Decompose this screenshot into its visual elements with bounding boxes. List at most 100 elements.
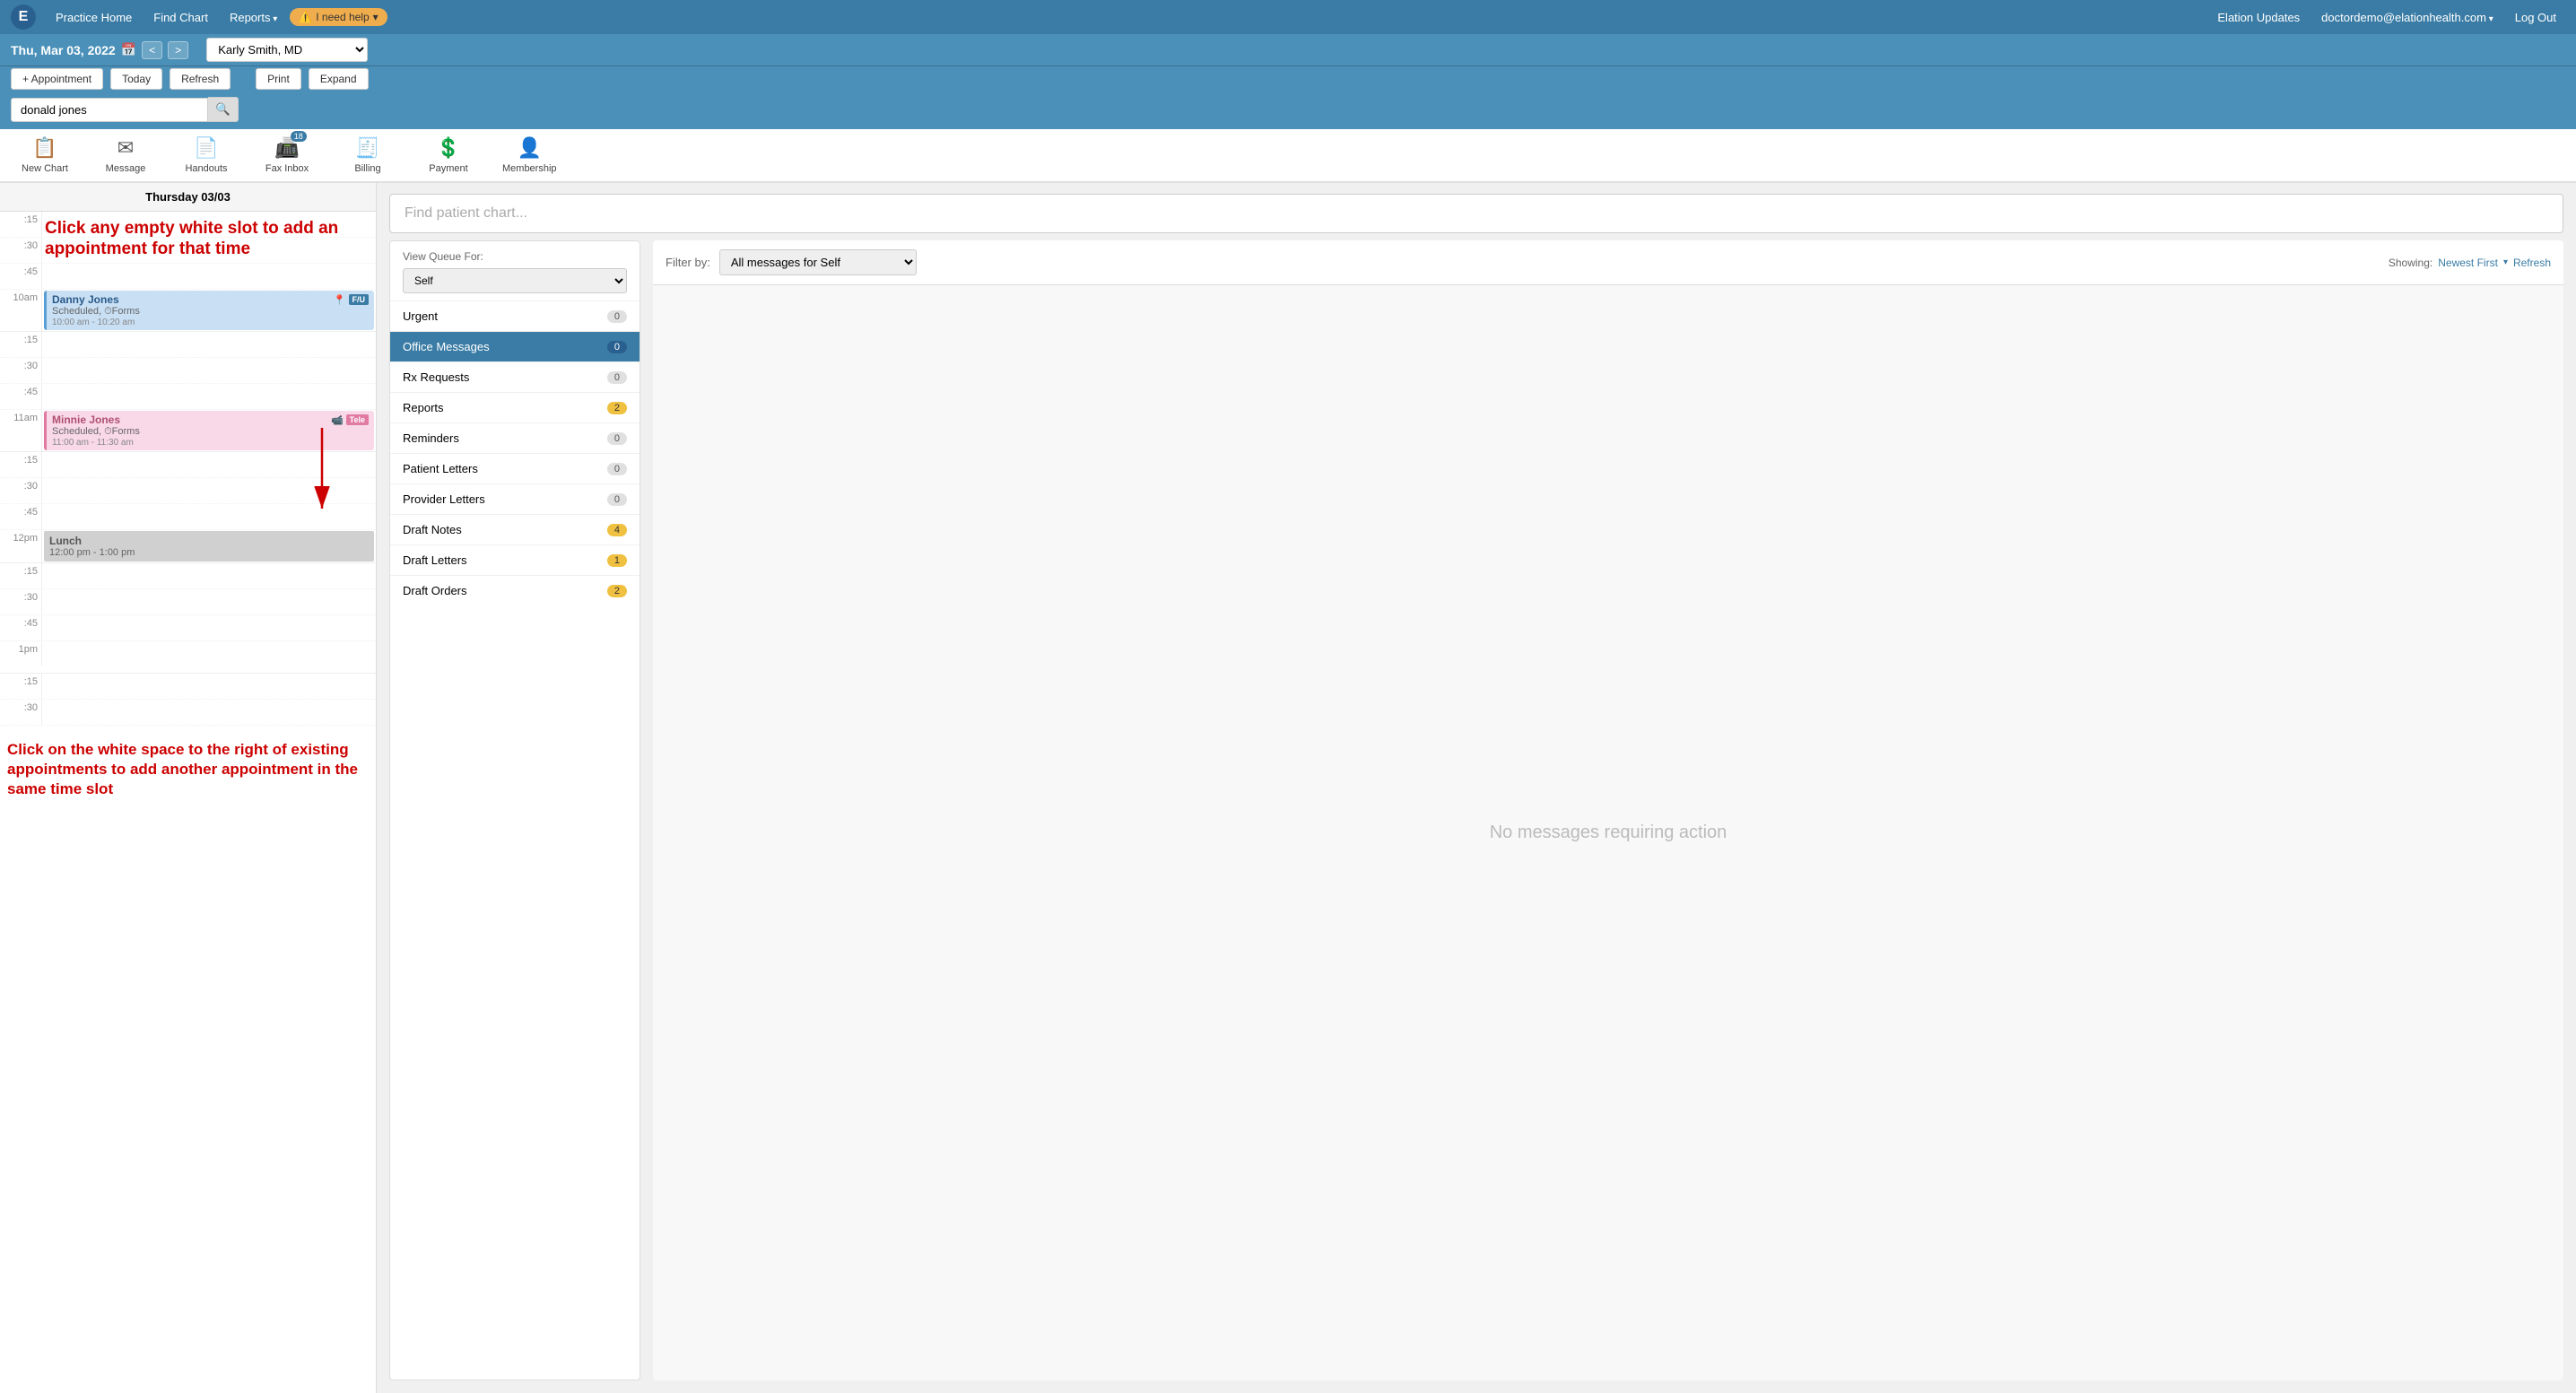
appointment-patient-name: Danny Jones — [52, 293, 119, 306]
message-btn[interactable]: ✉ Message — [99, 136, 152, 174]
view-queue-label: View Queue For: — [390, 241, 640, 268]
queue-panel: View Queue For: Self Urgent 0 Office Mes… — [389, 240, 640, 1380]
help-button[interactable]: ⚠️ I need help ▾ — [290, 8, 387, 26]
messages-area: View Queue For: Self Urgent 0 Office Mes… — [377, 240, 2576, 1393]
queue-count-reports: 2 — [607, 402, 627, 414]
queue-count-provider-letters: 0 — [607, 493, 627, 506]
time-slot-115[interactable]: :15 — [0, 674, 376, 700]
time-slot-1115[interactable]: :15 — [0, 452, 376, 478]
queue-item-rx-requests[interactable]: Rx Requests 0 — [390, 361, 640, 392]
time-slot-030[interactable]: :30 — [0, 238, 376, 264]
warning-icon: ⚠️ — [299, 11, 312, 23]
billing-btn[interactable]: 🧾 Billing — [341, 136, 395, 174]
time-slot-015[interactable]: :15 — [0, 212, 376, 238]
today-button[interactable]: Today — [110, 68, 162, 90]
time-slot-1045[interactable]: :45 — [0, 384, 376, 410]
print-button[interactable]: Print — [256, 68, 301, 90]
time-slot-1230[interactable]: :30 — [0, 589, 376, 615]
next-date-button[interactable]: > — [168, 41, 188, 59]
queue-item-draft-notes[interactable]: Draft Notes 4 — [390, 514, 640, 544]
nav-reports[interactable]: Reports — [221, 7, 286, 28]
refresh-messages-link[interactable]: Refresh — [2513, 257, 2551, 269]
time-slot-1145[interactable]: :45 — [0, 504, 376, 530]
payment-icon: 💲 — [436, 136, 460, 160]
appointment-minnie-jones[interactable]: Minnie Jones 📹 Tele Scheduled, ⏱Forms 11… — [44, 411, 374, 450]
nav-find-chart[interactable]: Find Chart — [144, 7, 217, 28]
queue-item-urgent[interactable]: Urgent 0 — [390, 300, 640, 331]
main-layout: Thursday 03/03 Click any empty white slo… — [0, 183, 2576, 1393]
appointment-time-pink: 11:00 am - 11:30 am — [52, 438, 369, 448]
find-patient-chart-input[interactable]: Find patient chart... — [389, 194, 2563, 233]
nav-practice-home[interactable]: Practice Home — [47, 7, 141, 28]
time-slot-12pm[interactable]: 12pm Lunch 12:00 pm - 1:00 pm — [0, 530, 376, 563]
time-slot-1245[interactable]: :45 — [0, 615, 376, 641]
time-slot-045[interactable]: :45 — [0, 264, 376, 290]
message-content-panel: Filter by: All messages for Self Showing… — [653, 240, 2563, 1380]
user-menu[interactable]: doctordemo@elationhealth.com — [2312, 7, 2502, 28]
queue-item-patient-letters[interactable]: Patient Letters 0 — [390, 453, 640, 483]
queue-count-draft-orders: 2 — [607, 585, 627, 597]
location-pin-icon: 📍 — [334, 294, 346, 306]
appointment-time: 10:00 am - 10:20 am — [52, 318, 369, 327]
queue-item-reminders[interactable]: Reminders 0 — [390, 422, 640, 453]
queue-item-reports[interactable]: Reports 2 — [390, 392, 640, 422]
appointment-danny-jones[interactable]: Danny Jones 📍 F/U Scheduled, ⏱Forms 10:0… — [44, 291, 374, 330]
payment-btn[interactable]: 💲 Payment — [422, 136, 475, 174]
lunch-block: Lunch 12:00 pm - 1:00 pm — [44, 531, 374, 562]
app-logo: E — [11, 4, 36, 30]
top-navigation: E Practice Home Find Chart Reports ⚠️ I … — [0, 0, 2576, 34]
calendar-icon[interactable]: 📅 — [121, 42, 136, 57]
time-slot-11am[interactable]: 11am Minnie Jones 📹 Tele Scheduled, ⏱For… — [0, 410, 376, 452]
search-row: 🔍 — [0, 95, 2576, 129]
no-messages-text: No messages requiring action — [653, 285, 2563, 1380]
filter-by-label: Filter by: — [666, 256, 710, 269]
appointment-patient-name-pink: Minnie Jones — [52, 414, 120, 426]
help-arrow-icon: ▾ — [373, 11, 379, 23]
search-icon: 🔍 — [215, 102, 231, 116]
time-slot-1130[interactable]: :30 — [0, 478, 376, 504]
queue-count-office-messages: 0 — [607, 341, 627, 353]
queue-for-select[interactable]: Self — [403, 268, 627, 293]
time-slot-1030[interactable]: :30 — [0, 358, 376, 384]
prev-date-button[interactable]: < — [142, 41, 162, 59]
time-slot-10am[interactable]: 10am Danny Jones 📍 F/U Scheduled, ⏱Forms… — [0, 290, 376, 332]
annotation-add-parallel: Click on the white space to the right of… — [0, 726, 376, 806]
queue-item-draft-letters[interactable]: Draft Letters 1 — [390, 544, 640, 575]
calendar-toolbar: Thu, Mar 03, 2022 📅 < > Karly Smith, MD — [0, 34, 2576, 66]
time-slot-1pm[interactable]: 1pm — [0, 641, 376, 674]
time-slot-1015[interactable]: :15 — [0, 332, 376, 358]
elation-updates-link[interactable]: Elation Updates — [2208, 7, 2309, 28]
time-slot-130[interactable]: :30 — [0, 700, 376, 726]
date-navigation: Thu, Mar 03, 2022 📅 < > — [11, 41, 188, 59]
showing-newest-first-link[interactable]: Newest First — [2438, 257, 2498, 269]
queue-count-urgent: 0 — [607, 310, 627, 323]
refresh-calendar-button[interactable]: Refresh — [170, 68, 231, 90]
queue-item-draft-orders[interactable]: Draft Orders 2 — [390, 575, 640, 605]
membership-icon: 👤 — [518, 136, 542, 160]
add-appointment-button[interactable]: + Appointment — [11, 68, 103, 90]
patient-search-input[interactable] — [11, 98, 208, 122]
right-panel: Find patient chart... View Queue For: Se… — [377, 183, 2576, 1393]
search-submit-button[interactable]: 🔍 — [208, 97, 239, 122]
message-top-bar: Filter by: All messages for Self Showing… — [653, 240, 2563, 285]
provider-select[interactable]: Karly Smith, MD — [206, 38, 368, 62]
expand-button[interactable]: Expand — [309, 68, 369, 90]
icon-toolbar: 📋 New Chart ✉ Message 📄 Handouts 📠 18 Fa… — [0, 129, 2576, 183]
queue-count-reminders: 0 — [607, 432, 627, 445]
queue-count-patient-letters: 0 — [607, 463, 627, 475]
appointment-detail-pink: Scheduled, ⏱Forms — [52, 426, 369, 438]
time-slot-1215[interactable]: :15 — [0, 563, 376, 589]
membership-btn[interactable]: 👤 Membership — [502, 136, 557, 174]
queue-count-draft-letters: 1 — [607, 554, 627, 567]
new-chart-btn[interactable]: 📋 New Chart — [18, 136, 72, 174]
calendar-time-grid: Click any empty white slot to add an app… — [0, 212, 376, 726]
fax-inbox-btn[interactable]: 📠 18 Fax Inbox — [260, 136, 314, 174]
handouts-btn[interactable]: 📄 Handouts — [179, 136, 233, 174]
calendar-date-header: Thursday 03/03 — [0, 183, 376, 212]
calendar-actions-toolbar: + Appointment Today Refresh Print Expand — [0, 66, 2576, 95]
queue-item-office-messages[interactable]: Office Messages 0 — [390, 331, 640, 361]
logout-button[interactable]: Log Out — [2506, 7, 2565, 28]
queue-item-provider-letters[interactable]: Provider Letters 0 — [390, 483, 640, 514]
new-chart-icon: 📋 — [32, 136, 57, 160]
filter-select[interactable]: All messages for Self — [719, 249, 917, 275]
